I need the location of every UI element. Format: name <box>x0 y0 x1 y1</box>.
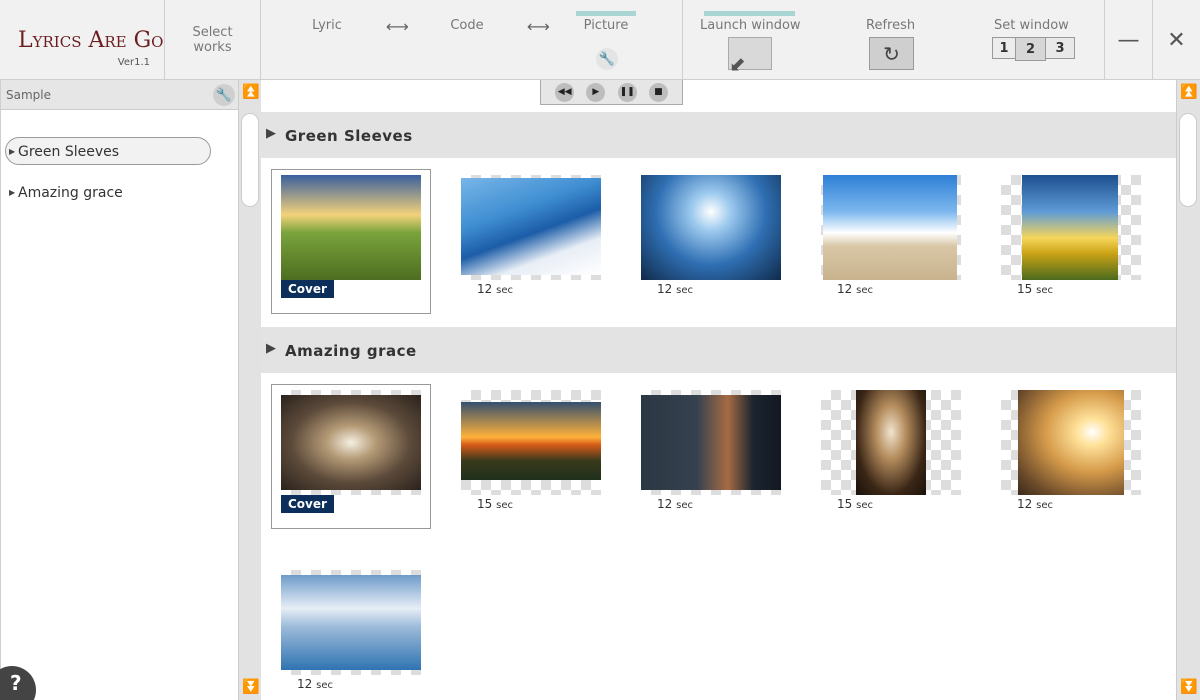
launch-arrow-icon: ⬋ <box>729 52 746 76</box>
picture-frame <box>461 175 601 280</box>
picture-duration: 12 sec <box>1017 497 1053 511</box>
scroll-to-top-icon[interactable]: ⏫ <box>1177 82 1200 102</box>
collapse-triangle-icon: ▶ <box>266 341 276 356</box>
scroll-to-bottom-icon[interactable]: ⏬ <box>239 677 263 697</box>
set-window-3-button[interactable]: 3 <box>1045 37 1075 59</box>
refresh-label: Refresh <box>866 18 916 33</box>
scroll-to-top-icon[interactable]: ⏫ <box>239 82 263 102</box>
picture-frame <box>1001 175 1141 280</box>
picture-duration: 12 sec <box>657 282 693 296</box>
sidebar-scroll-thumb[interactable] <box>241 113 259 207</box>
mode-lyric-tab[interactable]: Lyric <box>301 18 353 33</box>
expand-triangle-icon: ▶ <box>9 188 16 197</box>
work-item-label: Amazing grace <box>18 185 123 201</box>
picture-frame <box>1001 390 1141 495</box>
picture-frame <box>821 175 961 280</box>
section-header-amazing-grace[interactable]: ▶ Amazing grace <box>261 327 1176 373</box>
mode-selector: Lyric ⟷ Code ⟷ Picture 🔧 <box>261 0 683 80</box>
main-scroll-thumb[interactable] <box>1179 113 1197 207</box>
picture-hills-sunset <box>281 175 421 280</box>
sidebar-settings-wrench-icon[interactable]: 🔧 <box>213 84 235 106</box>
picture-desert-sunset <box>1018 390 1124 495</box>
launch-active-indicator <box>704 11 795 16</box>
works-sidebar: Sample 🔧 ▶ Green Sleeves ▶ Amazing grace… <box>0 80 263 700</box>
app-version: Ver1.1 <box>117 57 150 68</box>
picture-duration: 12 sec <box>837 282 873 296</box>
picture-frame <box>821 390 961 495</box>
active-mode-indicator <box>576 11 636 16</box>
swap-arrow-icon: ⟷ <box>527 17 550 36</box>
picture-duration: 15 sec <box>477 497 513 511</box>
rewind-icon[interactable]: ◀◀ <box>555 82 575 102</box>
picture-frame <box>641 390 781 495</box>
close-button[interactable]: ✕ <box>1152 0 1200 80</box>
section-title: Green Sleeves <box>285 127 413 145</box>
picture-list: ◀◀ ▶ ❚❚ ■ ▶ Green Sleeves Cover 12 sec 1… <box>261 80 1176 700</box>
scroll-to-bottom-icon[interactable]: ⏬ <box>1177 677 1200 697</box>
pause-icon[interactable]: ❚❚ <box>617 82 637 102</box>
picture-praying-child <box>641 395 781 490</box>
minimize-button[interactable]: — <box>1104 0 1152 80</box>
work-item-label: Green Sleeves <box>18 144 120 160</box>
select-works-button[interactable]: Select works <box>165 0 261 80</box>
work-item-amazing-grace[interactable]: ▶ Amazing grace <box>5 178 211 206</box>
picture-duration: 15 sec <box>1017 282 1053 296</box>
refresh-button[interactable]: ↻ <box>869 37 914 70</box>
picture-windmills <box>823 175 957 280</box>
set-window-1-button[interactable]: 1 <box>992 37 1016 59</box>
select-works-label: Select works <box>192 25 233 55</box>
mode-picture-tab[interactable]: Picture <box>576 18 636 33</box>
sidebar-title: Sample <box>6 88 51 102</box>
picture-duration: 12 sec <box>297 677 333 691</box>
picture-settings-wrench-icon[interactable]: 🔧 <box>596 48 618 70</box>
work-item-green-sleeves[interactable]: ▶ Green Sleeves <box>5 137 211 165</box>
picture-lake-sunset <box>461 402 601 480</box>
launch-window-label: Launch window <box>700 18 801 33</box>
mode-code-tab[interactable]: Code <box>443 18 491 33</box>
picture-frame <box>281 570 421 675</box>
collapse-triangle-icon: ▶ <box>266 126 276 141</box>
picture-field-sunrise <box>1022 175 1118 280</box>
playback-controls: ◀◀ ▶ ❚❚ ■ <box>540 80 683 105</box>
stop-icon[interactable]: ■ <box>648 82 668 102</box>
launch-window-button[interactable]: ⬋ <box>728 37 772 76</box>
picture-frame <box>461 390 601 495</box>
expand-triangle-icon: ▶ <box>9 147 16 156</box>
refresh-icon: ↻ <box>883 41 900 66</box>
app-logo: Lyrics Are Go Ver1.1 <box>0 0 165 80</box>
picture-clouds-rays <box>281 575 421 670</box>
cover-badge: Cover <box>281 280 334 298</box>
picture-duration: 15 sec <box>837 497 873 511</box>
picture-santorini <box>461 178 601 275</box>
picture-cathedral-dome <box>281 395 421 490</box>
section-title: Amazing grace <box>285 342 417 360</box>
picture-frame <box>281 390 421 495</box>
set-window-label: Set window <box>994 18 1069 33</box>
picture-sky-rays <box>641 175 781 280</box>
section-header-green-sleeves[interactable]: ▶ Green Sleeves <box>261 112 1176 158</box>
play-icon[interactable]: ▶ <box>586 82 606 102</box>
app-title: Lyrics Are Go <box>18 28 164 53</box>
picture-duration: 12 sec <box>657 497 693 511</box>
swap-arrow-icon: ⟷ <box>386 17 409 36</box>
sidebar-header: Sample 🔧 <box>1 80 238 110</box>
top-toolbar: Lyrics Are Go Ver1.1 Select works Lyric … <box>0 0 1200 80</box>
picture-window-cross <box>856 390 926 495</box>
picture-duration: 12 sec <box>477 282 513 296</box>
cover-badge: Cover <box>281 495 334 513</box>
set-window-2-button[interactable]: 2 <box>1015 37 1046 61</box>
